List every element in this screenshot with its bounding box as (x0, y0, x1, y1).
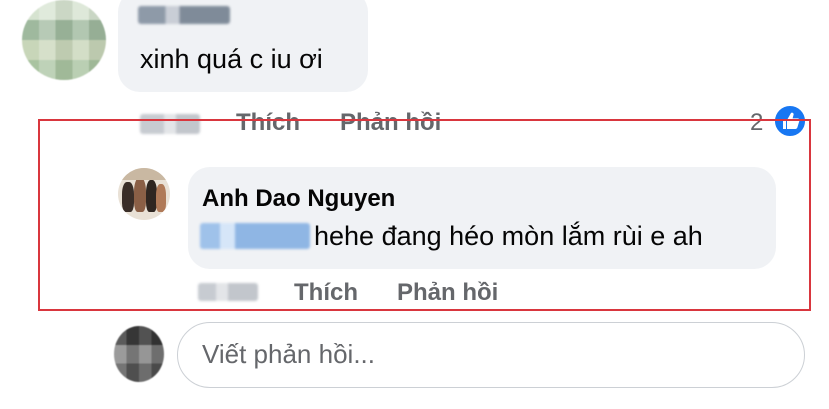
reply-placeholder: Viết phản hồi... (202, 339, 375, 369)
reply-author-avatar[interactable] (118, 168, 170, 220)
comment-text: xinh quá c iu ơi (140, 44, 323, 74)
commenter-avatar[interactable] (22, 0, 106, 80)
commenter-name-redacted (138, 6, 230, 24)
reply-author-name[interactable]: Anh Dao Nguyen (202, 185, 395, 213)
comment-thread: xinh quá c iu ơi Thích Phản hồi 2 Anh Da… (0, 0, 829, 409)
reply-timestamp-redacted (198, 283, 258, 301)
mention-tag-redacted[interactable] (200, 223, 310, 249)
reply-bubble: Anh Dao Nguyen hehe đang héo mòn lắm rùi… (188, 167, 776, 269)
comment-bubble: xinh quá c iu ơi (118, 0, 368, 92)
reply-text: hehe đang héo mòn lắm rùi e ah (314, 221, 703, 251)
reply-like-button[interactable]: Thích (294, 279, 358, 307)
current-user-avatar (114, 326, 164, 382)
reply-reply-button[interactable]: Phản hồi (397, 279, 498, 307)
reply-input[interactable]: Viết phản hồi... (177, 322, 805, 388)
